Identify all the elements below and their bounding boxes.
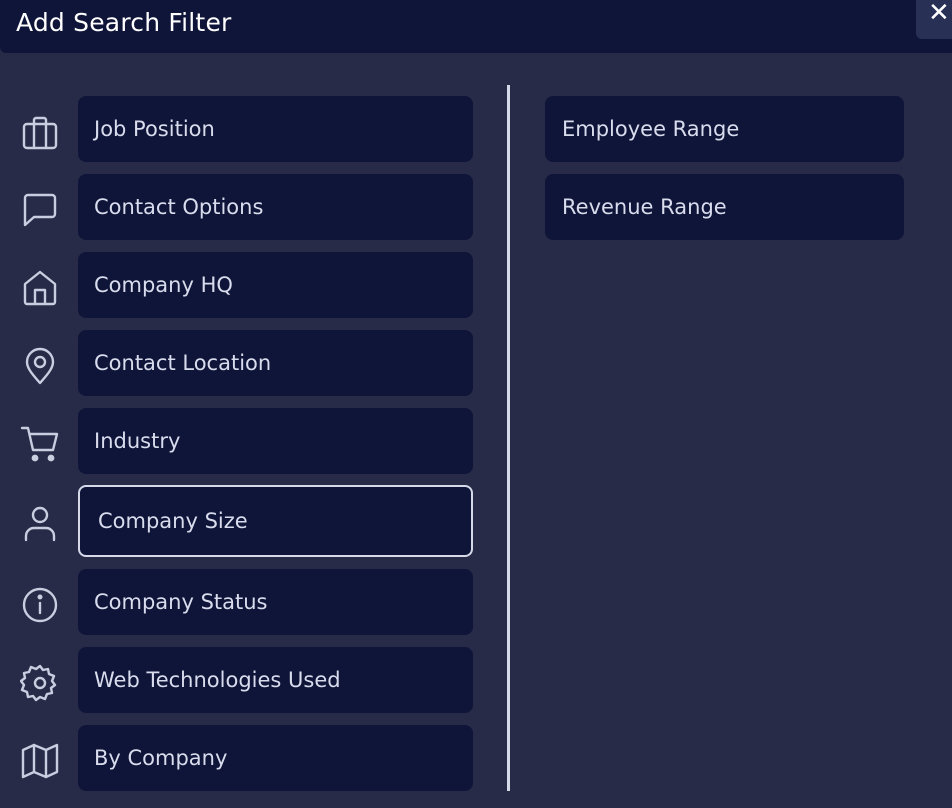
column-divider: [507, 85, 510, 791]
chat-bubble-icon: [20, 190, 60, 230]
gear-icon: [20, 663, 60, 703]
filter-row-industry: Industry: [0, 408, 480, 474]
modal-title: Add Search Filter: [16, 8, 232, 37]
filter-row-contact-options: Contact Options: [0, 174, 480, 240]
filter-company-hq[interactable]: Company HQ: [78, 252, 473, 318]
filter-contact-options[interactable]: Contact Options: [78, 174, 473, 240]
close-button[interactable]: ✕: [916, 0, 952, 39]
map-icon: [20, 741, 60, 781]
close-icon: ✕: [928, 0, 950, 28]
filter-row-job-position: Job Position: [0, 96, 480, 162]
briefcase-icon: [20, 112, 60, 152]
filter-web-technologies-used[interactable]: Web Technologies Used: [78, 647, 473, 713]
filter-row-company-size: Company Size: [0, 485, 480, 557]
filter-company-size[interactable]: Company Size: [78, 485, 473, 557]
filter-row-company-status: Company Status: [0, 569, 480, 635]
filter-industry[interactable]: Industry: [78, 408, 473, 474]
modal-header: Add Search Filter: [0, 0, 952, 53]
info-icon: [20, 585, 60, 625]
filter-row-company-hq: Company HQ: [0, 252, 480, 318]
filter-job-position[interactable]: Job Position: [78, 96, 473, 162]
sub-filter-revenue-range[interactable]: Revenue Range: [545, 174, 904, 240]
user-icon: [20, 504, 60, 544]
filter-row-web-technologies: Web Technologies Used: [0, 647, 480, 713]
home-icon: [20, 268, 60, 308]
map-pin-icon: [20, 346, 60, 386]
filter-company-status[interactable]: Company Status: [78, 569, 473, 635]
add-search-filter-modal: Add Search Filter ✕ Job Position Contact…: [0, 0, 952, 808]
filter-row-by-company: By Company: [0, 725, 480, 791]
sub-filter-employee-range[interactable]: Employee Range: [545, 96, 904, 162]
shopping-cart-icon: [20, 424, 60, 464]
filter-row-contact-location: Contact Location: [0, 330, 480, 396]
filter-by-company[interactable]: By Company: [78, 725, 473, 791]
filter-contact-location[interactable]: Contact Location: [78, 330, 473, 396]
